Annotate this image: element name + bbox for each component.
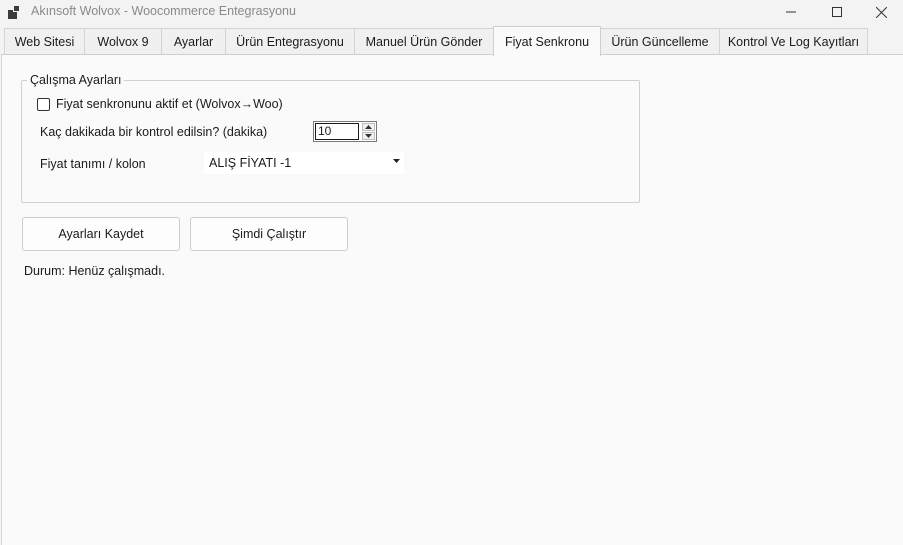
status-text: Durum: Henüz çalışmadı. (24, 264, 166, 278)
stepper-up-button[interactable] (362, 123, 375, 131)
tab-wolvox-9[interactable]: Wolvox 9 (84, 28, 162, 55)
maximize-icon (832, 7, 842, 17)
tab-label: Manuel Ürün Gönder (365, 35, 483, 49)
tab-manuel-urun-gonder[interactable]: Manuel Ürün Gönder (354, 28, 494, 55)
enable-sync-label: Fiyat senkronunu aktif et (Wolvox→Woo) (56, 97, 283, 111)
tab-web-sitesi[interactable]: Web Sitesi (4, 28, 85, 55)
tab-label: Web Sitesi (14, 35, 75, 49)
enable-sync-row[interactable]: Fiyat senkronunu aktif et (Wolvox→Woo) (37, 97, 283, 111)
price-column-label: Fiyat tanımı / kolon (40, 157, 146, 171)
tab-ayarlar[interactable]: Ayarlar (161, 28, 226, 55)
tab-label: Ürün Entegrasyonu (236, 35, 344, 49)
interval-input[interactable]: 10 (315, 123, 359, 140)
tab-label: Kontrol Ve Log Kayıtları (727, 35, 860, 49)
dropdown-arrow-icon (393, 159, 400, 163)
interval-stepper[interactable]: 10 (313, 121, 377, 142)
maximize-button[interactable] (814, 0, 860, 24)
price-column-select[interactable]: ALIŞ FİYATI -1 (204, 152, 404, 174)
settings-group-title: Çalışma Ayarları (27, 73, 125, 87)
tab-label: Wolvox 9 (97, 35, 149, 49)
tab-strip: Web Sitesi Wolvox 9 Ayarlar Ürün Entegra… (0, 26, 903, 56)
tab-label: Ürün Güncelleme (611, 35, 709, 49)
window-title: Akınsoft Wolvox - Woocommerce Entegrasyo… (31, 4, 296, 18)
save-settings-button[interactable]: Ayarları Kaydet (22, 217, 180, 251)
chevron-down-icon (365, 134, 372, 138)
interval-label: Kaç dakikada bir kontrol edilsin? (dakik… (40, 125, 268, 139)
tab-fiyat-senkronu[interactable]: Fiyat Senkronu (493, 26, 601, 56)
tab-urun-guncelleme[interactable]: Ürün Güncelleme (600, 28, 720, 55)
stepper-down-button[interactable] (362, 132, 375, 140)
tab-label: Fiyat Senkronu (504, 34, 590, 49)
tab-kontrol-ve-log[interactable]: Kontrol Ve Log Kayıtları (719, 28, 868, 55)
tab-urun-entegrasyonu[interactable]: Ürün Entegrasyonu (225, 28, 355, 55)
price-column-value: ALIŞ FİYATI -1 (209, 156, 292, 170)
minimize-icon (786, 11, 796, 13)
stepper-buttons (362, 123, 375, 140)
chevron-up-icon (365, 125, 372, 129)
close-icon (875, 6, 887, 18)
tab-label: Ayarlar (173, 35, 214, 49)
title-bar: Akınsoft Wolvox - Woocommerce Entegrasyo… (0, 0, 903, 24)
run-now-button[interactable]: Şimdi Çalıştır (190, 217, 348, 251)
app-icon (8, 5, 22, 19)
minimize-button[interactable] (768, 0, 814, 24)
close-button[interactable] (858, 0, 903, 24)
enable-sync-checkbox[interactable] (37, 97, 50, 111)
